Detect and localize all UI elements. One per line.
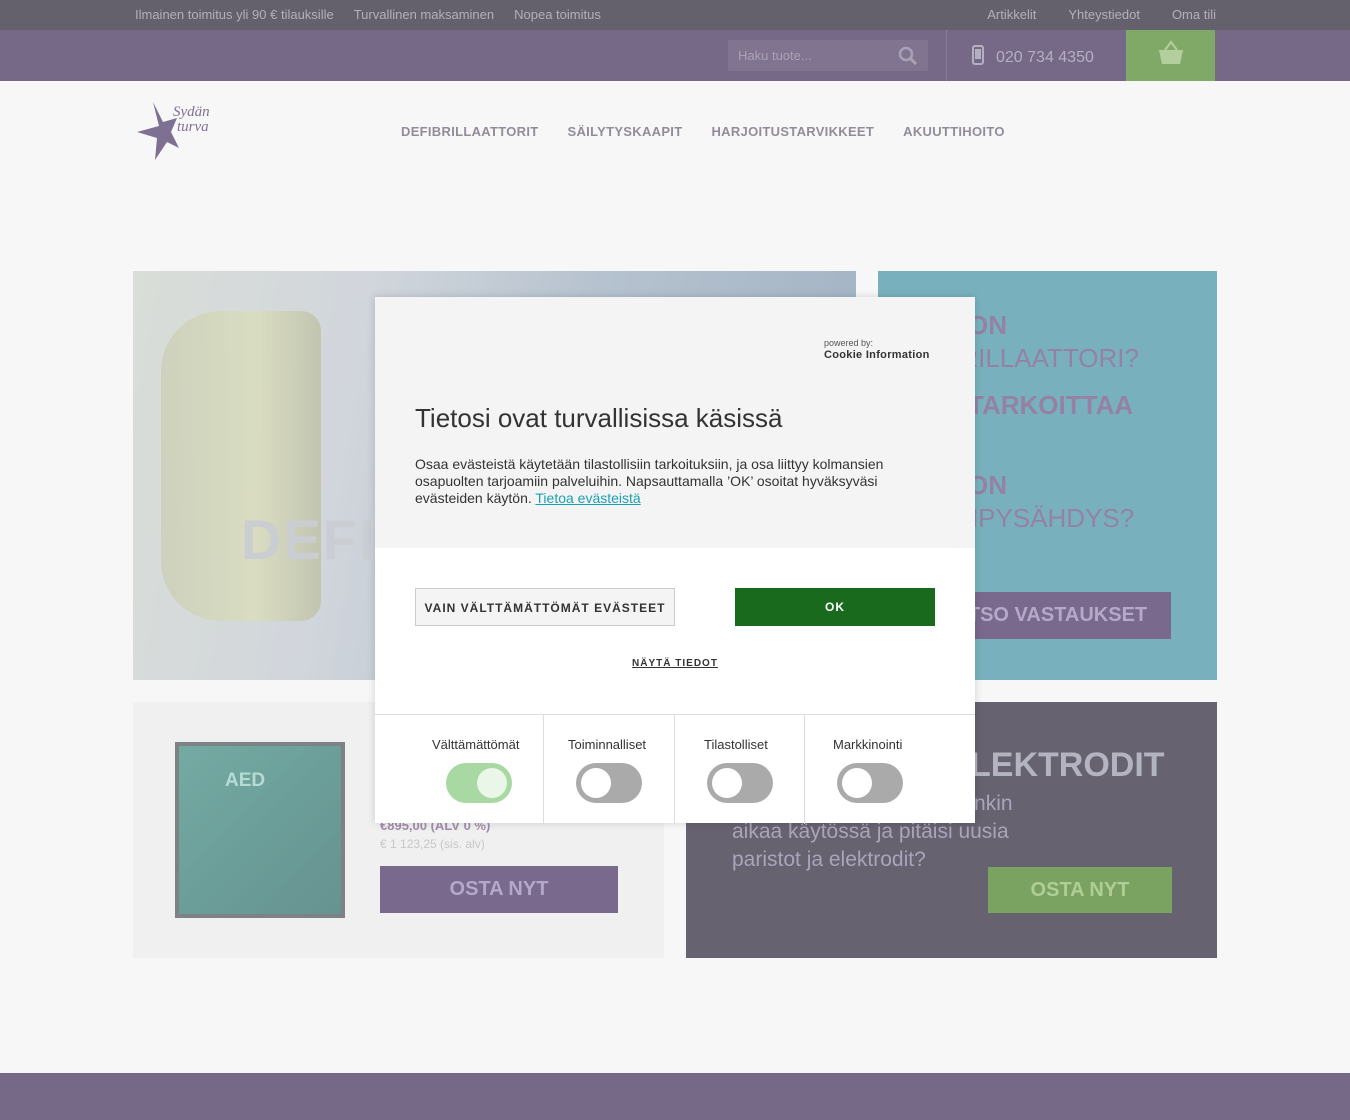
cookie-body-text: Osaa evästeistä käytetään tilastollisiin… [415, 456, 884, 506]
powered-by-label: powered by: [824, 338, 874, 348]
category-necessary-label: Välttämättömät [432, 737, 520, 752]
cookie-dialog-body: Osaa evästeistä käytetään tilastollisiin… [415, 456, 915, 507]
category-necessary: Välttämättömät [375, 715, 544, 824]
toggle-functional[interactable] [576, 763, 642, 803]
toggle-knob [842, 768, 872, 798]
toggle-necessary[interactable] [446, 763, 512, 803]
toggle-knob [581, 768, 611, 798]
toggle-knob [712, 768, 742, 798]
category-functional-label: Toiminnalliset [568, 737, 647, 752]
toggle-marketing[interactable] [837, 763, 903, 803]
category-marketing: Markkinointi [805, 715, 975, 824]
category-marketing-label: Markkinointi [833, 737, 903, 752]
cookie-categories: Välttämättömät Toiminnalliset Tilastolli… [375, 714, 975, 824]
category-functional: Toiminnalliset [544, 715, 675, 824]
toggle-statistics[interactable] [707, 763, 773, 803]
category-statistics-label: Tilastolliset [704, 737, 768, 752]
accept-ok-button[interactable]: OK [735, 588, 935, 626]
cookie-information-logo: Cookie Information [824, 349, 930, 361]
necessary-cookies-only-button[interactable]: VAIN VÄLTTÄMÄTTÖMÄT EVÄSTEET [415, 588, 675, 626]
show-details-link[interactable]: NÄYTÄ TIEDOT [375, 658, 975, 669]
toggle-knob [477, 768, 507, 798]
cookie-consent-dialog: powered by: Cookie Information Tietosi o… [375, 297, 975, 824]
cookie-info-link[interactable]: Tietoa evästeistä [535, 490, 640, 506]
cookie-dialog-title: Tietosi ovat turvallisissa käsissä [415, 403, 783, 433]
category-statistics: Tilastolliset [675, 715, 805, 824]
